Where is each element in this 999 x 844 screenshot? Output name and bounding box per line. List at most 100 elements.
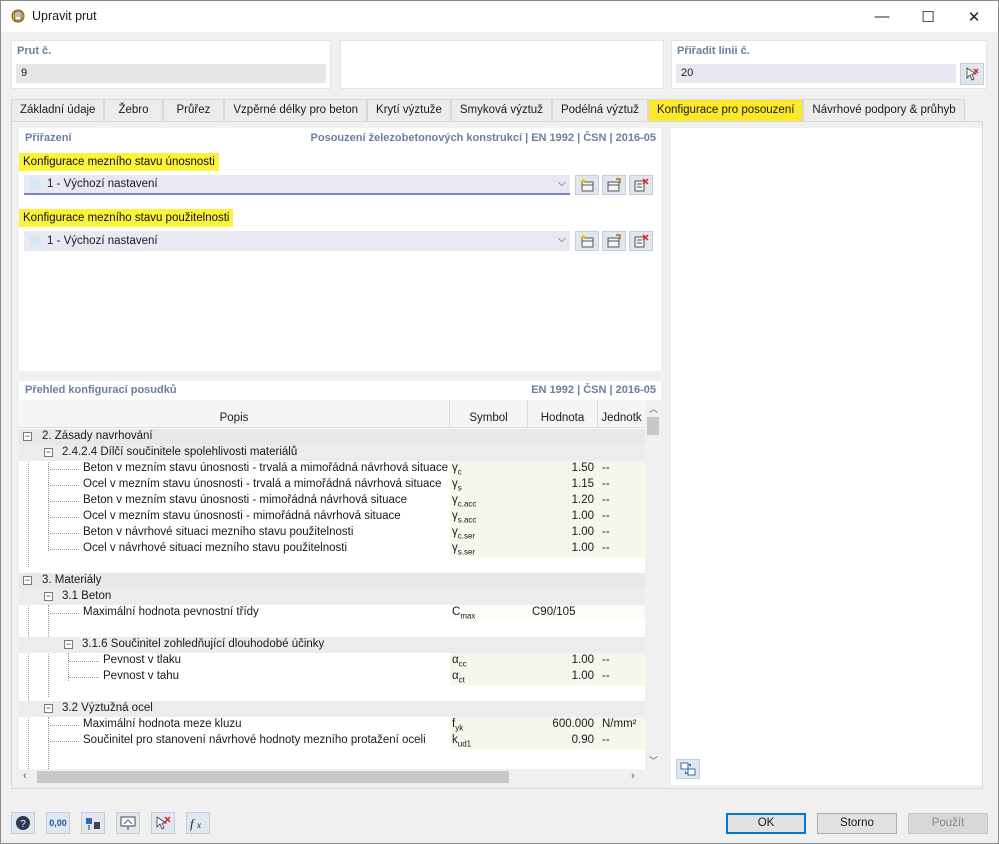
table-row[interactable]: Ocel v mezním stavu únosnosti - trvalá a… <box>19 477 645 493</box>
table-row[interactable]: Součinitel pro stanovení návrhové hodnot… <box>19 733 645 749</box>
row-unit: -- <box>602 510 610 522</box>
tab-navrhove-podpory[interactable]: Návrhové podpory & průhyb <box>803 99 965 121</box>
scroll-down-icon[interactable]: ﹀ <box>649 754 658 767</box>
collapse-icon[interactable]: − <box>23 432 32 441</box>
table-row[interactable]: − 2. Zásady navrhování <box>19 429 645 445</box>
table-row[interactable]: Maximální hodnota meze kluzu fyk 600.000… <box>19 717 645 733</box>
vertical-scrollbar[interactable]: ︿ ﹀ <box>645 400 661 770</box>
table-row[interactable]: − 2.4.2.4 Dílčí součinitele spolehlivost… <box>19 445 645 461</box>
row-unit: -- <box>602 494 610 506</box>
row-value[interactable]: 1.00 <box>528 654 594 666</box>
tab-kryti-vyztuze[interactable]: Krytí výztuže <box>367 99 451 121</box>
col-popis[interactable]: Popis <box>19 400 450 428</box>
row-value[interactable]: 0.90 <box>528 734 594 746</box>
scroll-up-icon[interactable]: ︿ <box>649 402 658 415</box>
uls-config-value: 1 - Výchozí nastavení <box>47 178 158 190</box>
scroll-left-icon[interactable]: ‹ <box>23 770 27 782</box>
cancel-button[interactable]: Storno <box>817 813 897 834</box>
table-row[interactable]: Ocel v mezním stavu únosnosti - mimořádn… <box>19 509 645 525</box>
formula-button[interactable]: fx <box>186 812 210 834</box>
prut-number-field[interactable]: 9 <box>16 64 326 83</box>
row-value[interactable]: 1.00 <box>528 510 594 522</box>
row-value[interactable]: 1.00 <box>528 670 594 682</box>
uls-delete-button[interactable] <box>629 175 653 195</box>
close-button[interactable]: ✕ <box>951 1 997 32</box>
uls-config-select[interactable]: 1 - Výchozí nastavení ⌵ <box>24 175 570 195</box>
table-row[interactable]: Beton v mezním stavu únosnosti - trvalá … <box>19 461 645 477</box>
view-icon <box>120 816 136 830</box>
horizontal-scrollbar[interactable]: ‹ › <box>19 769 643 785</box>
tree-line <box>49 741 79 742</box>
row-label: 3. Materiály <box>42 574 102 586</box>
scroll-thumb[interactable] <box>647 417 659 435</box>
table-row[interactable]: − 3.1.6 Součinitel zohledňující dlouhodo… <box>19 637 645 653</box>
row-value[interactable]: 1.50 <box>528 462 594 474</box>
table-row[interactable]: − 3. Materiály <box>19 573 645 589</box>
uls-new-button[interactable] <box>575 175 599 195</box>
pick-line-button[interactable] <box>960 63 984 85</box>
tab-smykova-vyztuz[interactable]: Smyková výztuž <box>450 99 552 121</box>
collapse-icon[interactable]: − <box>44 448 53 457</box>
table-row[interactable]: Maximální hodnota pevnostní třídy Cmax C… <box>19 605 645 621</box>
help-button[interactable]: ? <box>11 812 35 834</box>
row-label: Ocel v mezním stavu únosnosti - mimořádn… <box>83 510 401 522</box>
table-row[interactable]: − 3.2 Výztužná ocel <box>19 701 645 717</box>
col-symbol[interactable]: Symbol <box>450 400 528 428</box>
table-row[interactable]: Ocel v návrhové situaci mezního stavu po… <box>19 541 645 557</box>
ok-button[interactable]: OK <box>726 813 806 834</box>
table-row[interactable]: Beton v návrhové situaci mezního stavu p… <box>19 525 645 541</box>
row-symbol: γs.acc <box>452 510 477 525</box>
middle-panel <box>340 40 664 89</box>
tab-zebro[interactable]: Žebro <box>104 99 163 121</box>
collapse-icon[interactable]: − <box>23 576 32 585</box>
tab-prurez[interactable]: Průřez <box>162 99 225 121</box>
tab-podelna-vyztuz[interactable]: Podélná výztuž <box>551 99 648 121</box>
row-value[interactable]: 1.15 <box>528 478 594 490</box>
linie-number-field[interactable]: 20 <box>676 64 956 83</box>
table-header: Popis Symbol Hodnota Jednotk <box>19 400 645 428</box>
row-label: Beton v mezním stavu únosnosti - mimořád… <box>83 494 408 506</box>
row-value[interactable]: 1.20 <box>528 494 594 506</box>
new-config-icon <box>580 178 594 192</box>
tab-zakladni-udaje[interactable]: Základní údaje <box>11 99 105 121</box>
sls-edit-button[interactable] <box>602 231 626 251</box>
minimize-button[interactable]: — <box>859 1 905 32</box>
tab-konfigurace[interactable]: Konfigurace pro posouzení <box>647 99 804 121</box>
row-unit: N/mm² <box>602 718 637 730</box>
tab-vzperne-delky[interactable]: Vzpěrné délky pro beton <box>224 99 368 121</box>
view-button[interactable] <box>116 812 140 834</box>
svg-text:?: ? <box>20 819 26 830</box>
apply-button[interactable]: Použít <box>908 813 988 834</box>
table-row[interactable]: − 3.1 Beton <box>19 589 645 605</box>
collapse-icon[interactable]: − <box>64 640 73 649</box>
uls-edit-button[interactable] <box>602 175 626 195</box>
units-button[interactable] <box>81 812 105 834</box>
table-row[interactable]: Beton v mezním stavu únosnosti - mimořád… <box>19 493 645 509</box>
sls-delete-button[interactable] <box>629 231 653 251</box>
collapse-icon[interactable]: − <box>44 704 53 713</box>
preview-options-button[interactable] <box>676 759 700 779</box>
maximize-button[interactable]: ☐ <box>905 1 951 32</box>
preview-icon <box>680 762 696 776</box>
row-value[interactable]: 600.000 <box>528 718 594 730</box>
delete-selection-button[interactable] <box>151 812 175 834</box>
row-unit: -- <box>602 526 610 538</box>
row-value[interactable]: 1.00 <box>528 526 594 538</box>
hscroll-thumb[interactable] <box>37 771 509 783</box>
sls-config-select[interactable]: 1 - Výchozí nastavení ⌵ <box>24 231 570 251</box>
scroll-right-icon[interactable]: › <box>631 770 635 782</box>
tree-line <box>49 517 79 518</box>
numbers-button[interactable]: 0,00 <box>46 812 70 834</box>
sls-new-button[interactable] <box>575 231 599 251</box>
table-row[interactable]: Pevnost v tahu αct 1.00 -- <box>19 669 645 685</box>
row-value[interactable]: C90/105 <box>532 606 575 618</box>
col-hodnota[interactable]: Hodnota <box>528 400 598 428</box>
tree-line <box>49 533 79 534</box>
row-value[interactable]: 1.00 <box>528 542 594 554</box>
col-jednotka[interactable]: Jednotk <box>598 400 645 428</box>
collapse-icon[interactable]: − <box>44 592 53 601</box>
row-label: Ocel v návrhové situaci mezního stavu po… <box>83 542 347 554</box>
row-symbol: kud1 <box>452 734 472 749</box>
row-label: Beton v návrhové situaci mezního stavu p… <box>83 526 354 538</box>
table-row[interactable]: Pevnost v tlaku αcc 1.00 -- <box>19 653 645 669</box>
